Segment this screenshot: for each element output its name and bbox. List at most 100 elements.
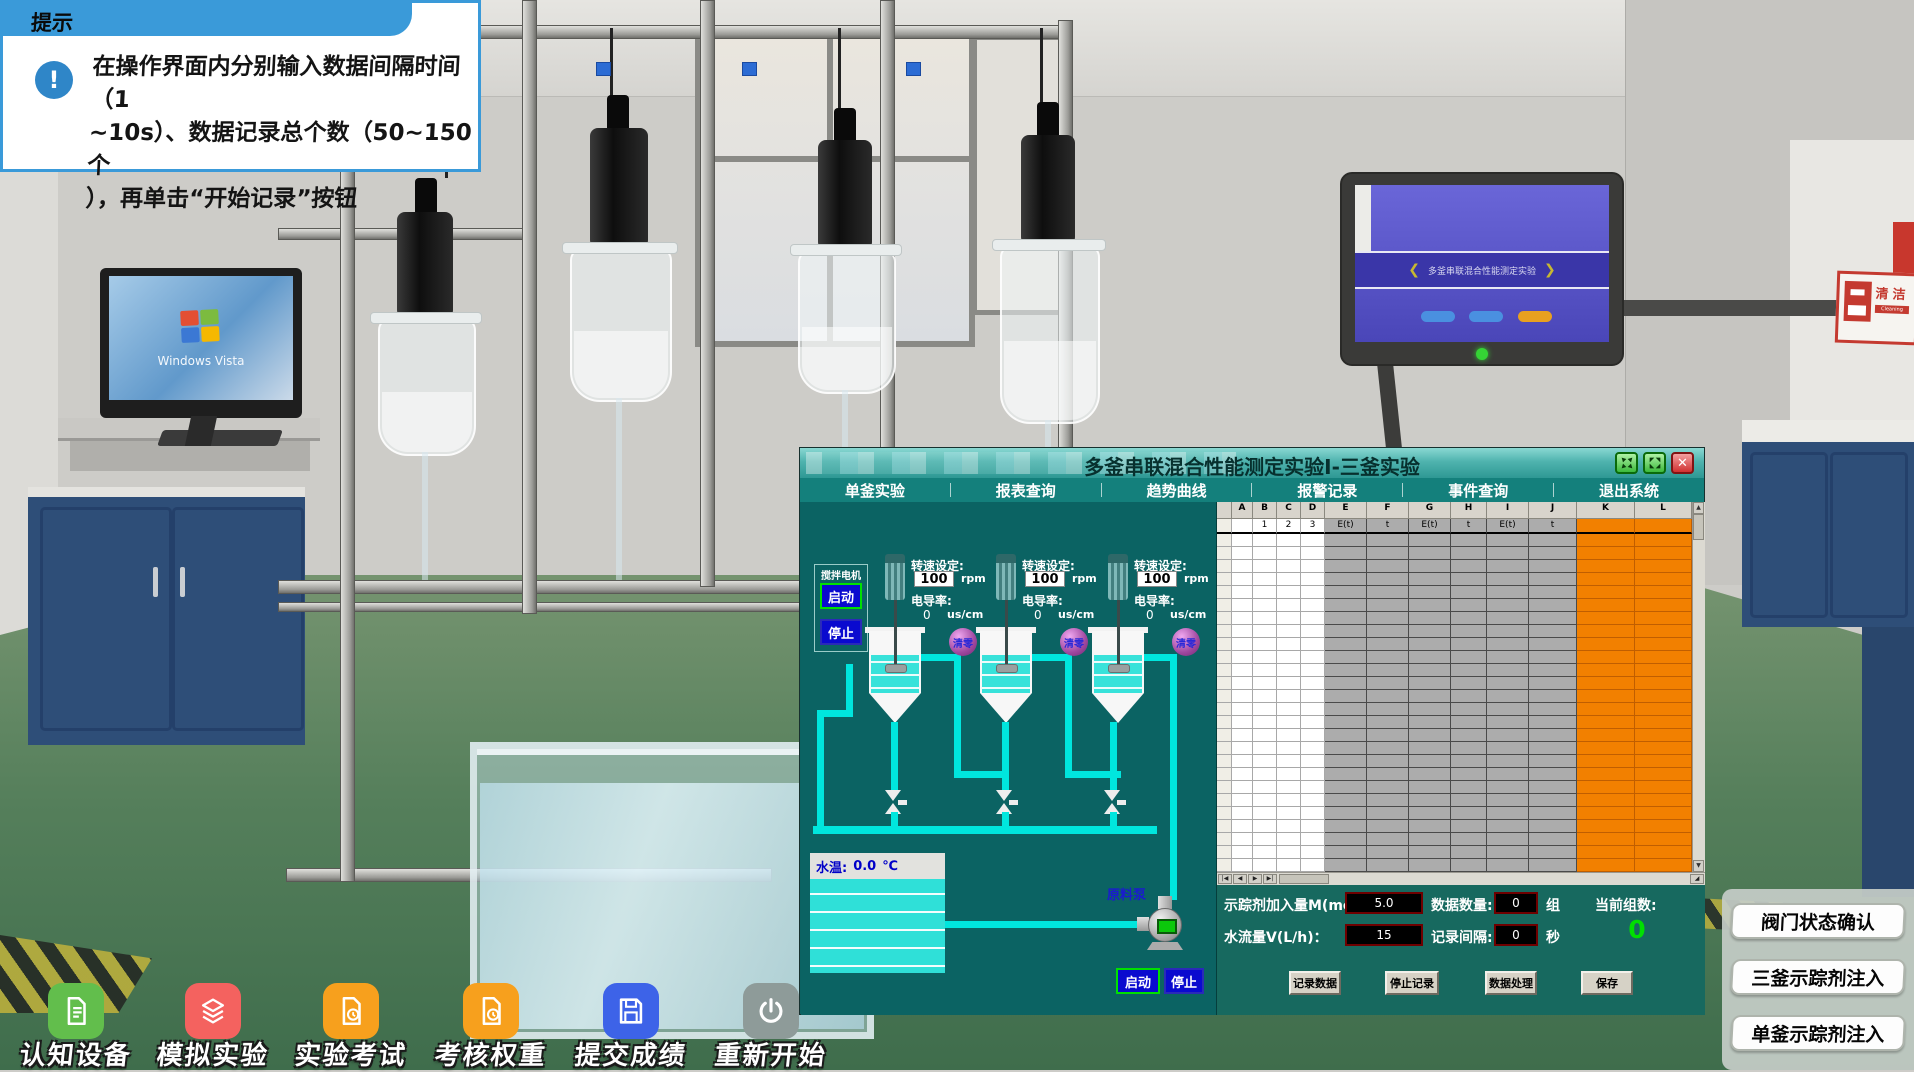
grid-cell — [1253, 859, 1277, 872]
grid-cell — [1367, 768, 1409, 781]
taskbar-item-5[interactable]: 提交成绩 — [551, 975, 711, 1070]
menu-item-6[interactable]: 退出系统 — [1554, 480, 1704, 501]
menu-item-2[interactable]: 报表查询 — [951, 480, 1101, 501]
process-data-button[interactable]: 数据处理 — [1485, 971, 1537, 995]
vertical-scrollbar[interactable]: ▲ ▼ — [1692, 502, 1705, 872]
maximize-button[interactable] — [1643, 452, 1666, 474]
grid-cell — [1217, 586, 1232, 599]
grid-cell — [1277, 807, 1301, 820]
tracer-field[interactable]: 5.0 — [1345, 892, 1423, 914]
grid-cell — [1325, 638, 1367, 651]
grid-cell — [1409, 638, 1451, 651]
grid-cell — [1577, 638, 1635, 651]
grid-row — [1217, 573, 1705, 586]
grid-cell — [1301, 677, 1325, 690]
three-kettle-tracer-button[interactable]: 三釜示踪剂注入 — [1730, 959, 1906, 995]
drain-valve[interactable] — [1101, 790, 1123, 814]
grid-cell — [1451, 716, 1487, 729]
mixer-start-button[interactable]: 启动 — [820, 583, 862, 609]
grid-cell — [1325, 599, 1367, 612]
grid-cell — [1367, 625, 1409, 638]
valve-status-confirm-button[interactable]: 阀门状态确认 — [1730, 903, 1906, 939]
grid-cell — [1367, 807, 1409, 820]
grid-cell — [1232, 716, 1253, 729]
grid-cell — [1301, 742, 1325, 755]
grid-cell — [1635, 599, 1692, 612]
grid-cell — [1232, 768, 1253, 781]
grid-cell — [1635, 677, 1692, 690]
count-field[interactable]: 0 — [1494, 892, 1538, 914]
grid-column-header: I — [1487, 502, 1529, 519]
speed-input[interactable]: 100 — [914, 571, 954, 587]
side-action-panel: 阀门状态确认三釜示踪剂注入单釜示踪剂注入 — [1722, 889, 1914, 1070]
single-kettle-tracer-button[interactable]: 单釜示踪剂注入 — [1730, 1015, 1906, 1051]
menu-item-4[interactable]: 报警记录 — [1252, 480, 1402, 501]
restore-button[interactable] — [1615, 452, 1638, 474]
grid-cell — [1451, 586, 1487, 599]
grid-cell — [1409, 703, 1451, 716]
grid-cell — [1325, 716, 1367, 729]
water-tank-liquid — [810, 879, 945, 973]
clear-button[interactable]: 清零 — [1172, 628, 1200, 656]
speed-unit: rpm — [1184, 572, 1209, 585]
save-button[interactable]: 保存 — [1581, 971, 1633, 995]
grid-cell — [1487, 651, 1529, 664]
grid-cell — [1487, 690, 1529, 703]
monitor-text: Windows Vista — [109, 354, 293, 368]
stirrer-shaft — [1117, 600, 1120, 672]
grid-cell — [1451, 859, 1487, 872]
pump-stop-button[interactable]: 停止 — [1164, 968, 1204, 994]
drain-valve[interactable] — [993, 790, 1015, 814]
speed-input[interactable]: 100 — [1137, 571, 1177, 587]
taskbar-item-6[interactable]: 重新开始 — [691, 975, 851, 1070]
drain-valve[interactable] — [882, 790, 904, 814]
grid-cell — [1577, 820, 1635, 833]
record-data-button[interactable]: 记录数据 — [1289, 971, 1341, 995]
menu-item-1[interactable]: 单釜实验 — [800, 480, 950, 501]
grid-cell — [1529, 599, 1577, 612]
conductivity-value: 0 — [923, 608, 931, 622]
grid-column-header: B — [1253, 502, 1277, 519]
bottom-taskbar: 认知设备模拟实验实验考试考核权重提交成绩重新开始 — [0, 975, 900, 1070]
grid-cell — [1217, 612, 1232, 625]
grid-cell — [1451, 534, 1487, 547]
flow-field[interactable]: 15 — [1345, 924, 1423, 946]
horizontal-scrollbar[interactable]: |◀ ◀ ▶ ▶| ◢ — [1217, 872, 1705, 885]
grid-cell — [1529, 677, 1577, 690]
grid-cell — [1277, 625, 1301, 638]
mixer-stop-button[interactable]: 停止 — [820, 619, 862, 645]
grid-cell — [1277, 742, 1301, 755]
power-icon — [743, 983, 799, 1039]
conductivity-value: 0 — [1034, 608, 1042, 622]
grid-cell — [1529, 664, 1577, 677]
taskbar-item-3[interactable]: 实验考试 — [271, 975, 431, 1070]
close-button[interactable]: ✕ — [1671, 452, 1694, 474]
speed-input[interactable]: 100 — [1025, 571, 1065, 587]
taskbar-item-4[interactable]: 考核权重 — [411, 975, 571, 1070]
clear-button[interactable]: 清零 — [1060, 628, 1088, 656]
grid-cell — [1325, 625, 1367, 638]
menu-item-5[interactable]: 事件查询 — [1403, 480, 1553, 501]
menu-item-3[interactable]: 趋势曲线 — [1102, 480, 1252, 501]
grid-row — [1217, 859, 1705, 872]
stop-record-button[interactable]: 停止记录 — [1385, 971, 1439, 995]
pump-start-button[interactable]: 启动 — [1116, 968, 1160, 994]
kiosk-banner: 多釜串联混合性能测定实验 — [1428, 264, 1536, 277]
clear-button[interactable]: 清零 — [949, 628, 977, 656]
grid-cell — [1409, 755, 1451, 768]
grid-cell — [1217, 690, 1232, 703]
grid-column-header: L — [1635, 502, 1692, 519]
grid-cell: E(t) — [1409, 519, 1451, 534]
grid-cell — [1301, 573, 1325, 586]
grid-cell — [1367, 742, 1409, 755]
grid-cell — [1301, 625, 1325, 638]
grid-cell — [1301, 560, 1325, 573]
grid-cell — [1325, 690, 1367, 703]
taskbar-item-2[interactable]: 模拟实验 — [133, 975, 293, 1070]
grid-cell — [1451, 599, 1487, 612]
interval-field[interactable]: 0 — [1494, 924, 1538, 946]
grid-column-header: C — [1277, 502, 1301, 519]
tip-text-line: ），再单击“开始记录”按钮 — [85, 183, 471, 216]
grid-cell — [1253, 573, 1277, 586]
grid-cell — [1232, 664, 1253, 677]
